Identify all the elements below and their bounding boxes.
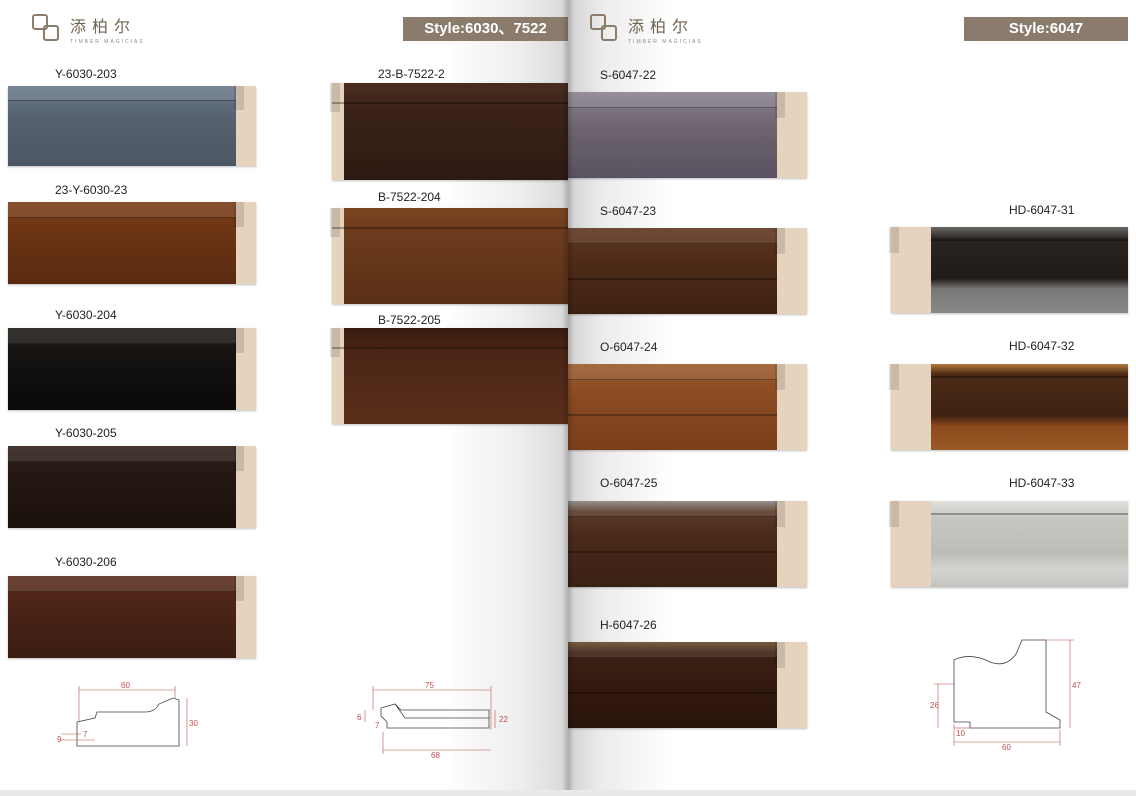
dim-small-b: 7 <box>375 721 380 730</box>
moulding-sample <box>568 92 807 178</box>
sample-code: Y-6030-205 <box>55 426 117 440</box>
brand-logo: 添柏尔 TIMBER MAGICIAS <box>590 13 703 45</box>
dim-inner: 26 <box>930 701 939 710</box>
sample-code: Y-6030-204 <box>55 308 117 322</box>
dim-small-b: 7 <box>83 730 88 739</box>
moulding-sample <box>8 446 256 528</box>
sample-code: 23-B-7522-2 <box>378 67 445 81</box>
right-page: 添柏尔 TIMBER MAGICIAS Style:6047 S-6047-22… <box>568 0 1136 790</box>
sample-code: HD-6047-32 <box>1009 339 1075 353</box>
dim-height: 22 <box>499 715 508 724</box>
sample-code: HD-6047-33 <box>1009 476 1075 490</box>
sample-code: Y-6030-206 <box>55 555 117 569</box>
moulding-sample <box>889 364 1128 450</box>
brand-name-cn: 添柏尔 <box>70 17 137 36</box>
brand-name-en: TIMBER MAGICIAS <box>628 39 703 45</box>
moulding-sample <box>889 227 1128 313</box>
sample-code: B-7522-205 <box>378 313 441 327</box>
sample-code: Y-6030-203 <box>55 67 117 81</box>
profile-drawing-6047: 60 47 26 10 <box>930 632 1100 757</box>
dim-height: 30 <box>189 719 198 728</box>
dim-width: 60 <box>1002 743 1011 752</box>
brand-logo: 添柏尔 TIMBER MAGICIAS <box>32 13 145 45</box>
dim-width: 60 <box>121 681 130 690</box>
moulding-sample <box>8 86 256 166</box>
profile-drawing-6030: 60 30 9 7 <box>55 681 205 762</box>
moulding-sample <box>8 328 256 410</box>
moulding-sample <box>8 202 256 284</box>
moulding-sample <box>330 83 568 180</box>
left-page: 添柏尔 TIMBER MAGICIAS Style:6030、7522 Y-60… <box>0 0 568 790</box>
brand-name-cn: 添柏尔 <box>628 17 695 36</box>
book-gutter <box>562 0 574 790</box>
sample-code: S-6047-23 <box>600 204 657 218</box>
moulding-sample <box>330 328 568 424</box>
dim-height: 47 <box>1072 681 1081 690</box>
profile-drawing-7522: 75 68 22 6 7 <box>355 680 525 765</box>
dim-top: 75 <box>425 681 434 690</box>
moulding-sample <box>568 501 807 587</box>
sample-code: B-7522-204 <box>378 190 441 204</box>
brand-mark-icon <box>590 14 620 44</box>
dim-bottom: 68 <box>431 751 440 760</box>
sample-code: 23-Y-6030-23 <box>55 183 128 197</box>
catalog-spread: 添柏尔 TIMBER MAGICIAS Style:6030、7522 Y-60… <box>0 0 1136 796</box>
dim-small-a: 6 <box>357 713 362 722</box>
moulding-sample <box>568 228 807 314</box>
sample-code: O-6047-24 <box>600 340 658 354</box>
moulding-sample <box>330 208 568 304</box>
dim-small-a: 9 <box>57 735 62 744</box>
sample-code: S-6047-22 <box>600 68 657 82</box>
dim-base: 10 <box>956 729 965 738</box>
moulding-sample <box>568 642 807 728</box>
sample-code: H-6047-26 <box>600 618 657 632</box>
brand-name-en: TIMBER MAGICIAS <box>70 39 145 45</box>
sample-code: O-6047-25 <box>600 476 658 490</box>
sample-code: HD-6047-31 <box>1009 203 1075 217</box>
moulding-sample <box>889 501 1128 587</box>
brand-mark-icon <box>32 14 62 44</box>
moulding-sample <box>568 364 807 450</box>
style-label: Style:6047 <box>964 17 1128 41</box>
moulding-sample <box>8 576 256 658</box>
style-label: Style:6030、7522 <box>403 17 568 41</box>
